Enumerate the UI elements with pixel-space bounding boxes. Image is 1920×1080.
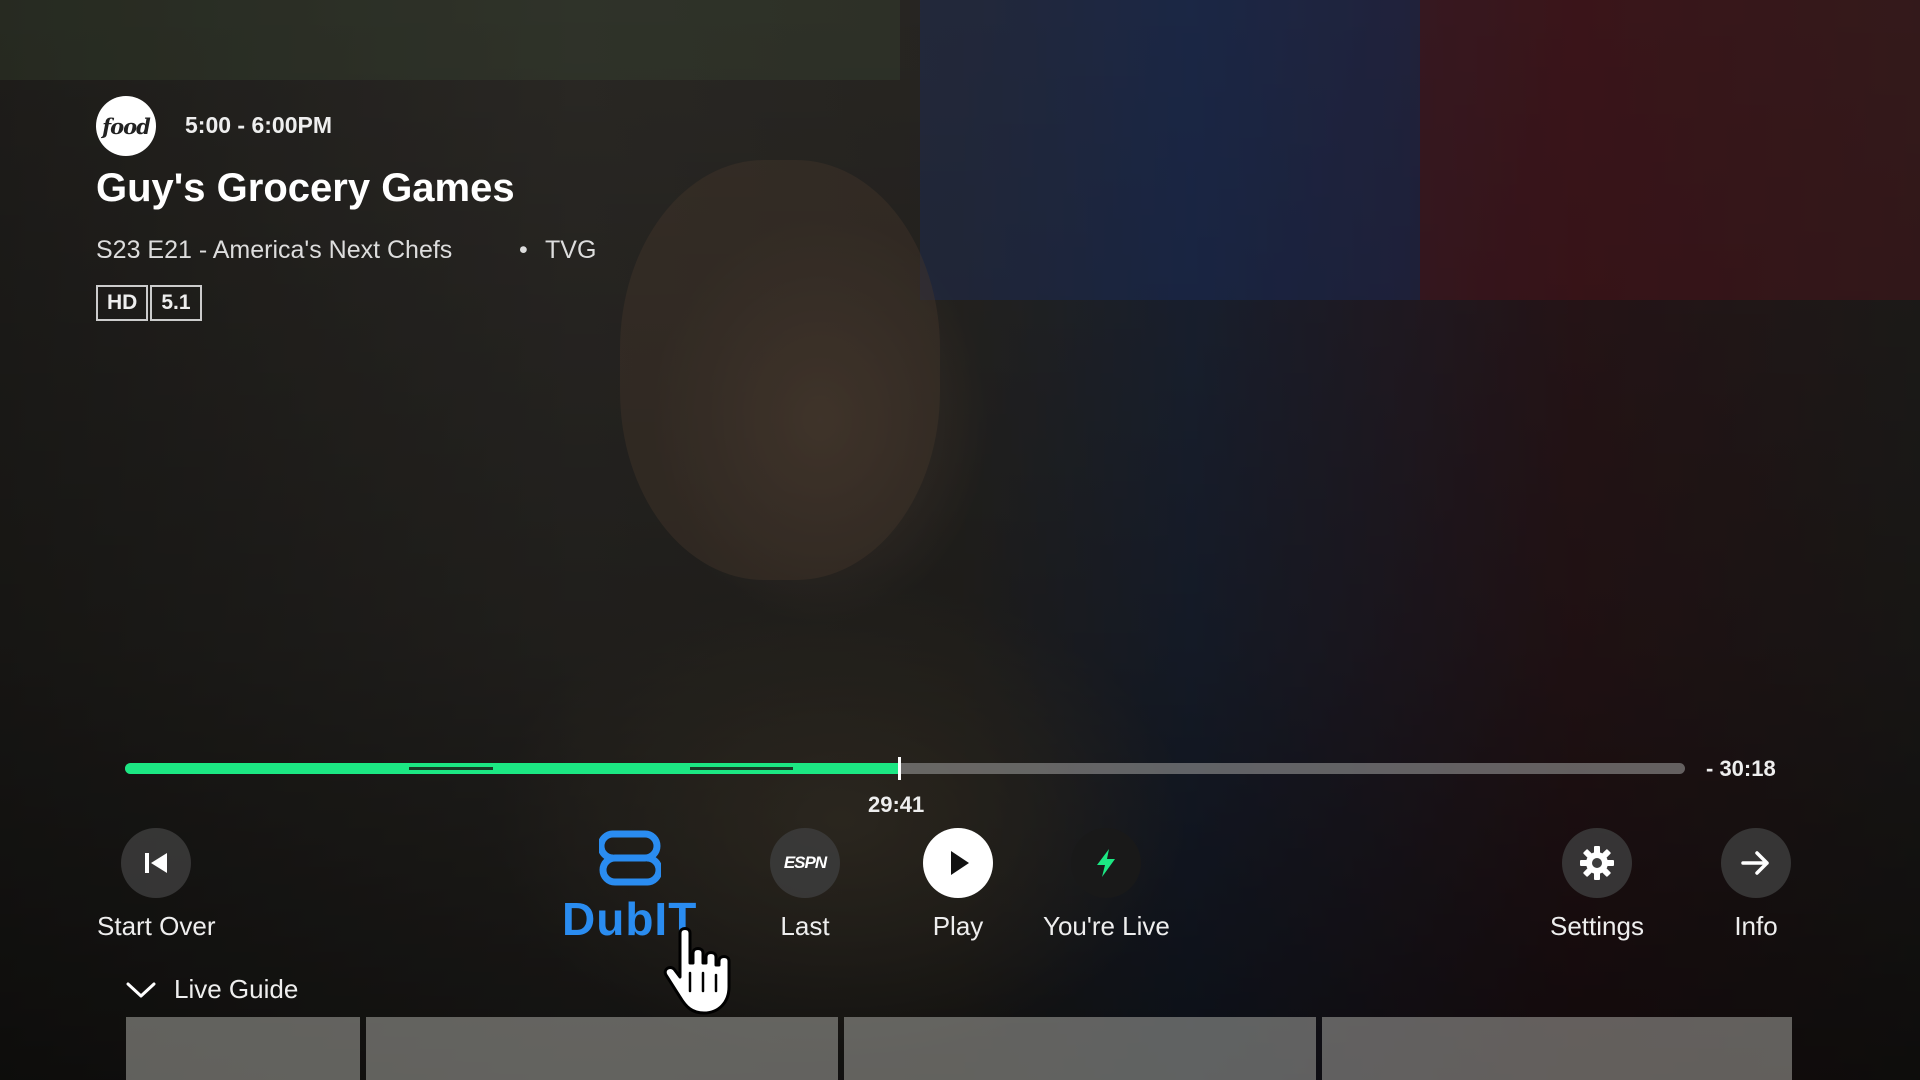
separator-dot: • <box>519 236 528 264</box>
episode-info: S23 E21 - America's Next Chefs <box>96 236 453 264</box>
program-time: 5:00 - 6:00PM <box>185 112 333 138</box>
guide-tile[interactable] <box>844 1017 1316 1080</box>
current-time: 29:41 <box>868 792 925 817</box>
last-label: Last <box>780 911 830 941</box>
dubit-logo-icon <box>598 830 661 886</box>
gear-icon <box>1561 828 1632 898</box>
hand-pointer-icon <box>660 925 750 1022</box>
content-rating: TVG <box>545 236 597 264</box>
live-button[interactable]: You're Live <box>1043 828 1170 942</box>
ad-break-marker <box>690 767 793 770</box>
start-over-button[interactable]: Start Over <box>97 828 215 942</box>
program-title: Guy's Grocery Games <box>96 166 515 210</box>
settings-label: Settings <box>1550 911 1644 941</box>
ad-break-marker <box>409 767 493 770</box>
guide-tile[interactable] <box>366 1017 838 1080</box>
info-button[interactable]: Info <box>1721 828 1791 942</box>
info-label: Info <box>1734 911 1778 941</box>
play-button[interactable]: Play <box>923 828 993 942</box>
guide-tile[interactable] <box>1322 1017 1792 1080</box>
quality-badges: HD 5.1 <box>96 285 204 321</box>
channel-logo: food <box>96 96 156 156</box>
espn-logo-icon: ESPN <box>770 828 840 898</box>
progress-bar[interactable] <box>125 757 1685 780</box>
start-over-label: Start Over <box>97 911 216 941</box>
audio-badge: 5.1 <box>150 285 202 321</box>
live-guide-label: Live Guide <box>174 974 299 1004</box>
espn-logo-text: ESPN <box>783 853 827 872</box>
live-guide-toggle[interactable]: Live Guide <box>126 974 298 1005</box>
last-channel-button[interactable]: ESPN Last <box>770 828 840 942</box>
arrow-right-icon <box>1721 828 1791 898</box>
live-label: You're Live <box>1043 911 1170 941</box>
chevron-down-icon <box>126 982 156 997</box>
play-label: Play <box>932 911 984 941</box>
lightning-icon <box>1071 828 1142 898</box>
hd-badge: HD <box>96 285 149 321</box>
guide-tiles <box>126 1017 1792 1080</box>
skip-back-icon <box>121 828 192 898</box>
settings-button[interactable]: Settings <box>1550 828 1644 942</box>
play-icon <box>923 828 993 898</box>
guide-tile[interactable] <box>126 1017 360 1080</box>
remaining-time: - 30:18 <box>1706 756 1776 781</box>
playhead[interactable] <box>897 757 901 780</box>
